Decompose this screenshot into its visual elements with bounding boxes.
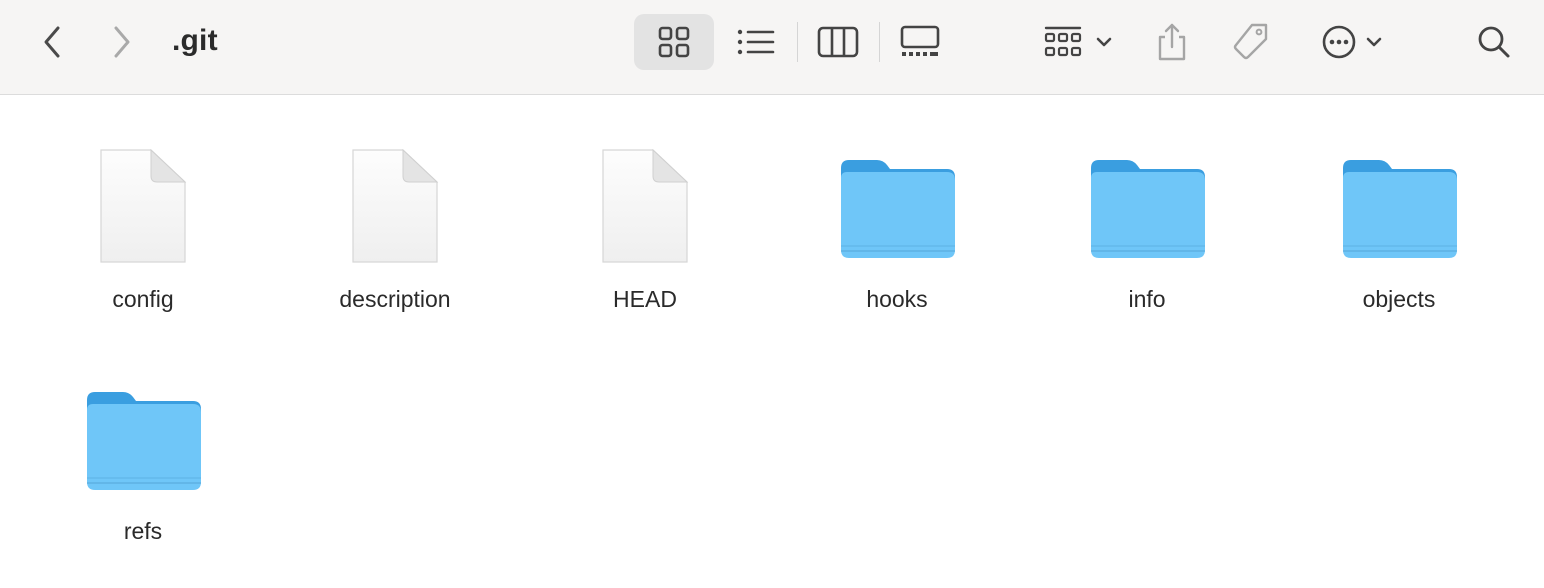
folder-item[interactable]: info bbox=[1022, 154, 1272, 366]
chevron-down-icon bbox=[1096, 37, 1112, 47]
item-label: description bbox=[339, 286, 451, 312]
search-icon bbox=[1478, 26, 1510, 58]
toolbar: .git bbox=[0, 0, 1544, 95]
search-button[interactable] bbox=[1472, 20, 1516, 64]
window-title: .git bbox=[172, 24, 218, 57]
file-item[interactable]: description bbox=[270, 146, 520, 366]
toolbar-separator bbox=[797, 22, 798, 62]
item-label: HEAD bbox=[613, 286, 677, 312]
list-view-button[interactable] bbox=[728, 20, 784, 64]
icon-view-button[interactable] bbox=[646, 20, 702, 64]
item-label: hooks bbox=[866, 286, 928, 312]
chevron-down-icon bbox=[1366, 37, 1382, 47]
group-grid-icon bbox=[1044, 26, 1082, 57]
list-icon bbox=[737, 29, 775, 55]
item-label: objects bbox=[1362, 286, 1436, 312]
column-view-button[interactable] bbox=[810, 20, 866, 64]
chevron-right-icon bbox=[114, 26, 130, 58]
document-icon bbox=[602, 148, 689, 263]
gallery-view-button[interactable] bbox=[892, 20, 948, 64]
toolbar-separator bbox=[879, 22, 880, 62]
forward-button[interactable] bbox=[100, 20, 144, 64]
file-item[interactable]: config bbox=[18, 146, 268, 366]
folder-icon bbox=[87, 392, 201, 490]
back-button[interactable] bbox=[30, 20, 74, 64]
document-icon bbox=[352, 148, 439, 263]
document-icon bbox=[100, 148, 187, 263]
tag-button[interactable] bbox=[1228, 20, 1274, 64]
columns-icon bbox=[817, 26, 859, 58]
folder-icon bbox=[841, 160, 955, 258]
gallery-icon bbox=[900, 25, 940, 56]
item-label: refs bbox=[123, 518, 163, 544]
ellipsis-circle-icon bbox=[1322, 25, 1356, 59]
folder-icon bbox=[1091, 160, 1205, 258]
grid-icon bbox=[658, 26, 690, 58]
share-icon bbox=[1158, 23, 1186, 61]
folder-item[interactable]: hooks bbox=[772, 154, 1022, 366]
folder-item[interactable]: refs bbox=[18, 386, 268, 556]
folder-item[interactable]: objects bbox=[1274, 154, 1524, 366]
more-actions-button[interactable] bbox=[1314, 20, 1390, 64]
chevron-left-icon bbox=[44, 26, 60, 58]
file-item[interactable]: HEAD bbox=[520, 146, 770, 366]
item-label: info bbox=[1128, 286, 1166, 312]
tag-icon bbox=[1233, 23, 1268, 60]
folder-icon bbox=[1343, 160, 1457, 258]
group-button[interactable] bbox=[1038, 20, 1118, 64]
file-browser-content: config description HEAD hooks info objec… bbox=[0, 96, 1544, 588]
share-button[interactable] bbox=[1150, 18, 1194, 66]
item-label: config bbox=[112, 286, 174, 312]
